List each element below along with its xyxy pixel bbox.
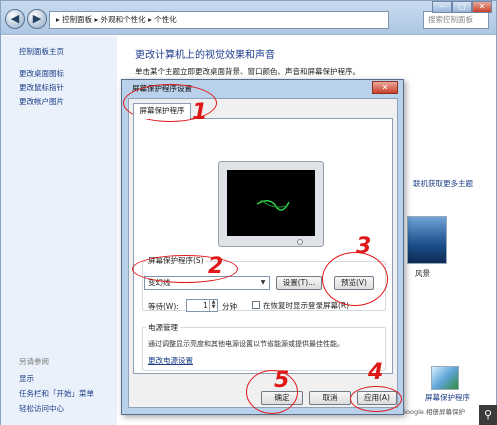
annotation-number-4: 4 [368, 360, 384, 385]
screensaver-icon[interactable] [431, 366, 459, 390]
annotation-circle-3 [322, 252, 388, 306]
cancel-button[interactable]: 取消 [309, 391, 351, 405]
window-toolbar: ◀ ▶ ▸ 控制面板 ▸ 外观和个性化 ▸ 个性化 搜索控制面板 ─ □ ✕ [1, 1, 496, 35]
tab-panel: 屏幕保护程序(S) 变幻线 ▼ 设置(T)... 预览(V) 等待(W): 1 … [133, 118, 393, 374]
forward-icon[interactable]: ▶ [27, 9, 47, 29]
annotation-circle-4 [350, 386, 402, 412]
see-also-heading: 另请参阅 [19, 357, 49, 366]
sidebar-link-mouse-pointers[interactable]: 更改鼠标指针 [19, 82, 64, 93]
wait-minutes-input[interactable]: 1 ▲ ▼ [186, 299, 218, 312]
address-bar[interactable]: ▸ 控制面板 ▸ 外观和个性化 ▸ 个性化 [49, 11, 389, 29]
sidebar-link-account-picture[interactable]: 更改帐户图片 [19, 96, 64, 107]
annotation-number-3: 3 [356, 234, 372, 259]
see-also-ease-of-access[interactable]: 轻松访问中心 [19, 403, 64, 414]
mystify-preview-icon [256, 199, 290, 211]
close-button[interactable]: ✕ [472, 1, 492, 13]
power-group-label: 电源管理 [146, 322, 180, 333]
page-title: 更改计算机上的视觉效果和声音 [135, 50, 275, 61]
minutes-label: 分钟 [222, 302, 237, 311]
annotation-number-5: 5 [274, 368, 290, 393]
annotation-number-2: 2 [208, 254, 224, 279]
see-also-taskbar[interactable]: 任务栏和「开始」菜单 [19, 388, 94, 399]
wait-label: 等待(W): [148, 302, 179, 311]
sidebar: 控制面板主页 更改桌面图标 更改鼠标指针 更改帐户图片 另请参阅 显示 任务栏和… [1, 36, 117, 425]
search-placeholder: 搜索控制面板 [428, 15, 473, 24]
theme-landscape-label: 风景 [415, 269, 430, 278]
spinner-arrows-icon[interactable]: ▲ ▼ [209, 300, 217, 311]
zoom-icon[interactable]: ⚲ [479, 405, 497, 425]
tab-screensaver[interactable]: 屏幕保护程序 [133, 103, 191, 119]
preview-screen [227, 170, 315, 236]
power-description: 通过调整显示亮度和其他电源设置以节省能源或提供最佳性能。 [148, 340, 344, 348]
settings-button[interactable]: 设置(T)... [276, 276, 322, 290]
screensaver-link[interactable]: 屏幕保护程序 [425, 392, 470, 403]
monitor-preview [218, 161, 324, 247]
minimize-button[interactable]: ─ [432, 1, 452, 13]
see-also-display[interactable]: 显示 [19, 373, 34, 384]
chevron-down-icon: ▼ [260, 279, 266, 286]
search-input[interactable]: 搜索控制面板 [423, 11, 489, 29]
maximize-button[interactable]: □ [452, 1, 472, 13]
annotation-circle-5 [246, 370, 298, 414]
online-themes-link[interactable]: 联机获取更多主题 [413, 178, 473, 189]
wait-value: 1 [203, 301, 208, 310]
monitor-power-light [297, 239, 303, 245]
dialog-close-button[interactable]: ✕ [372, 81, 398, 94]
change-power-settings-link[interactable]: 更改电源设置 [148, 355, 193, 366]
sidebar-home-link[interactable]: 控制面板主页 [19, 46, 64, 57]
back-icon[interactable]: ◀ [5, 9, 25, 29]
annotation-number-1: 1 [192, 100, 208, 125]
theme-landscape-thumbnail[interactable] [407, 216, 447, 264]
sidebar-link-desktop-icons[interactable]: 更改桌面图标 [19, 68, 64, 79]
address-path: ▸ 控制面板 ▸ 外观和个性化 ▸ 个性化 [56, 15, 177, 24]
resume-logon-checkbox[interactable] [252, 301, 260, 309]
google-screensaver-label: Google 相册屏幕保护 [401, 408, 465, 416]
page-subtitle: 单击某个主题立即更改桌面背景、窗口颜色、声音和屏幕保护程序。 [135, 67, 360, 76]
